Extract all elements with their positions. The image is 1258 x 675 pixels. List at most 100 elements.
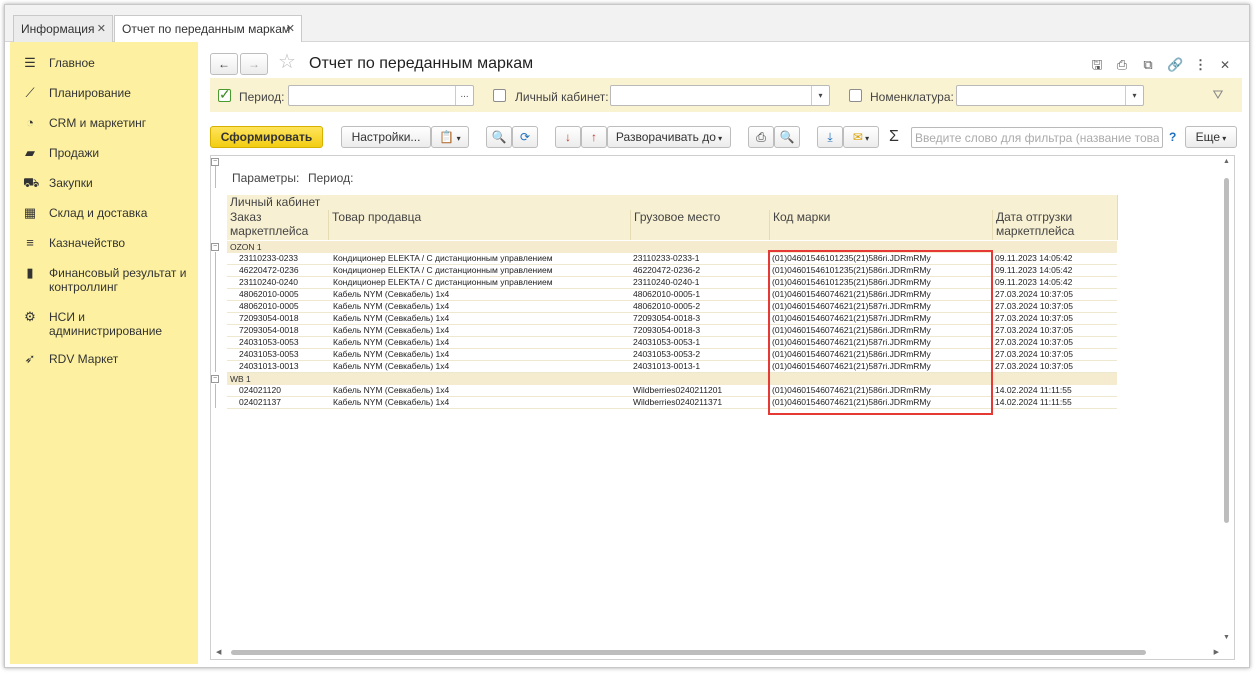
variants-button[interactable]: 📋 ▾ <box>431 126 469 148</box>
outline-toggle[interactable]: − <box>211 243 219 251</box>
warehouse-icon: ▦ <box>23 205 37 220</box>
sort-up-icon: ↑ <box>591 130 597 144</box>
back-button[interactable]: ← <box>210 53 238 75</box>
outline-line <box>215 166 216 188</box>
sidebar-item-label: Продажи <box>49 146 100 160</box>
arrow-left-icon: ← <box>218 57 230 71</box>
email-button[interactable]: ✉ ▾ <box>843 126 879 148</box>
period-field[interactable]: ... <box>288 85 474 106</box>
table-cell: 23110233-0233-1 <box>633 253 700 263</box>
expand-all-button[interactable]: ↑ <box>581 126 607 148</box>
close-icon[interactable]: ✕ <box>1218 57 1232 73</box>
scroll-left-icon[interactable]: ◀ <box>216 648 221 656</box>
close-icon[interactable]: ✕ <box>97 16 106 42</box>
scroll-thumb[interactable] <box>1224 178 1229 523</box>
table-cell: 48062010-0005 <box>239 301 299 311</box>
find-next-button[interactable]: ⟳ <box>512 126 538 148</box>
vertical-scrollbar[interactable]: ▲ ▼ <box>1222 156 1232 646</box>
print-icon[interactable]: ⎙ <box>1114 57 1130 73</box>
cabinet-field[interactable]: ▾ <box>610 85 830 106</box>
table-cell: 24031013-0013 <box>239 361 299 371</box>
table-cell: 72093054-0018 <box>239 325 299 335</box>
period-label: Период: <box>239 90 285 104</box>
table-cell: Кабель NYM (Севкабель) 1х4 <box>333 349 450 359</box>
save-icon[interactable]: 🖫 <box>1089 57 1105 73</box>
table-cell: 27.03.2024 10:37:05 <box>995 289 1073 299</box>
close-icon[interactable]: ✕ <box>286 16 295 42</box>
expand-to-button[interactable]: Разворачивать до ▾ <box>607 126 731 148</box>
table-cell: 27.03.2024 10:37:05 <box>995 337 1073 347</box>
sort-down-icon: ↓ <box>565 130 571 144</box>
tab-report[interactable]: Отчет по переданным маркам ✕ <box>114 15 302 43</box>
table-cell: Кондиционер ELEKTA / С дистанционным упр… <box>333 277 553 287</box>
arrow-right-icon: → <box>248 57 260 71</box>
more-button[interactable]: Еще ▾ <box>1185 126 1237 148</box>
table-cell: Кабель NYM (Севкабель) 1х4 <box>333 289 450 299</box>
link-icon[interactable]: 🔗 <box>1167 57 1183 73</box>
sidebar-item-label: Закупки <box>49 176 93 190</box>
sidebar-item-label: Главное <box>49 56 95 70</box>
chevron-down-icon: ▾ <box>715 134 723 143</box>
ellipsis-button[interactable]: ... <box>455 86 473 105</box>
table-cell: 27.03.2024 10:37:05 <box>995 301 1073 311</box>
more-vertical-icon[interactable]: ⋮ <box>1194 57 1207 73</box>
horizontal-scrollbar[interactable]: ◀ ▶ <box>211 648 1221 657</box>
sidebar: ☰ Главное ⟋ Планирование ◔ CRM и маркетинг ▰ Пр… <box>10 42 198 664</box>
chevron-down-icon: ▾ <box>454 134 461 143</box>
gear-icon: ⚙ <box>24 309 36 324</box>
table-cell: Кабель NYM (Севкабель) 1х4 <box>333 385 450 395</box>
scroll-right-icon[interactable]: ▶ <box>1214 648 1219 656</box>
menu-icon: ☰ <box>24 55 36 70</box>
outline-line <box>215 252 216 372</box>
search-placeholder: Введите слово для фильтра (название това… <box>915 131 1159 145</box>
table-cell: 24031053-0053 <box>239 337 299 347</box>
help-link[interactable]: ? <box>1169 130 1176 144</box>
scroll-down-icon[interactable]: ▼ <box>1223 634 1230 641</box>
scroll-thumb[interactable] <box>231 650 1146 655</box>
chevron-down-icon: ▾ <box>1220 134 1227 143</box>
table-cell: 09.11.2023 14:05:42 <box>995 253 1073 263</box>
table-cell: 27.03.2024 10:37:05 <box>995 349 1073 359</box>
col-mark-code: Код марки <box>770 210 993 240</box>
table-cell: 09.11.2023 14:05:42 <box>995 265 1073 275</box>
star-icon[interactable]: ☆ <box>276 51 298 73</box>
outline-toggle[interactable]: − <box>211 158 219 166</box>
search-input[interactable]: Введите слово для фильтра (название това… <box>911 127 1163 148</box>
filter-bar: ✓ Период: ... Личный кабинет: ▾ Номенкла… <box>210 78 1242 112</box>
tab-info[interactable]: Информация ✕ <box>13 15 113 42</box>
sum-icon[interactable]: Σ <box>886 129 902 145</box>
print-preview-button[interactable]: 🔍 <box>774 126 800 148</box>
preview-icon[interactable]: ⧉ <box>1140 57 1156 73</box>
forward-button[interactable]: → <box>240 53 268 75</box>
nomenclature-field[interactable]: ▾ <box>956 85 1144 106</box>
filter-icon[interactable]: ⛛ <box>1210 87 1226 103</box>
outline-toggle[interactable]: − <box>211 375 219 383</box>
find-button[interactable]: 🔍 <box>486 126 512 148</box>
coins-icon: ≡ <box>26 235 34 250</box>
nomenclature-checkbox[interactable] <box>849 89 862 102</box>
cabinet-checkbox[interactable] <box>493 89 506 102</box>
collapse-button[interactable]: ↓ <box>555 126 581 148</box>
tab-bar: Информация ✕ Отчет по переданным маркам … <box>5 5 1249 43</box>
table-cell: 14.02.2024 11:11:55 <box>995 397 1072 407</box>
cart-icon: ⛟ <box>23 175 40 190</box>
print-button[interactable]: ⎙ <box>748 126 774 148</box>
main-panel: ← → ☆ Отчет по переданным маркам 🖫 ⎙ ⧉ 🔗… <box>202 42 1249 664</box>
table-cell: Кабель NYM (Севкабель) 1х4 <box>333 397 450 407</box>
page-title: Отчет по переданным маркам <box>309 55 534 72</box>
table-cell: 27.03.2024 10:37:05 <box>995 313 1073 323</box>
col-order: Заказ маркетплейса <box>227 210 329 240</box>
col-product: Товар продавца <box>329 210 631 240</box>
outline-line <box>215 384 216 408</box>
chevron-down-icon[interactable]: ▾ <box>811 86 829 105</box>
table-cell: 72093054-0018-3 <box>633 325 701 335</box>
col-cargo: Грузовое место <box>631 210 770 240</box>
scroll-up-icon[interactable]: ▲ <box>1223 158 1230 165</box>
download-button[interactable]: ⤓ <box>817 126 843 148</box>
settings-button[interactable]: Настройки... <box>341 126 431 148</box>
sidebar-item-label: НСИ и администрирование <box>49 310 163 338</box>
table-cell: 27.03.2024 10:37:05 <box>995 361 1073 371</box>
period-checkbox[interactable]: ✓ <box>218 86 231 102</box>
generate-button[interactable]: Сформировать <box>210 126 323 148</box>
chevron-down-icon[interactable]: ▾ <box>1125 86 1143 105</box>
